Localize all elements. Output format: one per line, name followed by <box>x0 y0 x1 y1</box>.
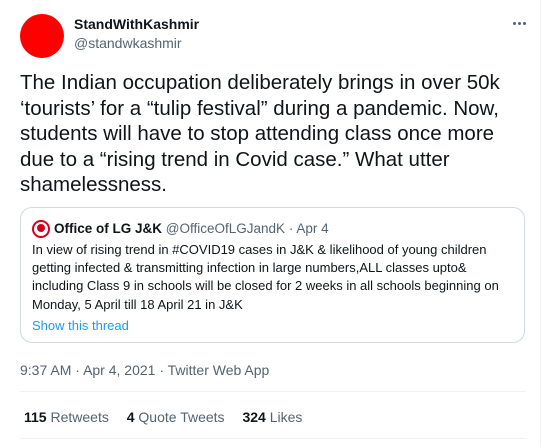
tweet-source-app[interactable]: Twitter Web App <box>168 362 270 378</box>
engagement-stats: 115 Retweets 4 Quote Tweets 324 Likes <box>24 409 316 425</box>
author-avatar[interactable] <box>20 14 64 58</box>
retweets-label: Retweets <box>50 409 109 425</box>
tweet-metadata: 9:37 AM · Apr 4, 2021 · Twitter Web App <box>20 362 269 378</box>
retweets-stat[interactable]: 115 Retweets <box>24 409 109 425</box>
quoted-author-handle[interactable]: @OfficeOfLGJandK <box>166 221 285 236</box>
quoted-separator: · <box>288 221 294 236</box>
likes-label: Likes <box>269 409 303 425</box>
quoted-author-avatar[interactable] <box>32 220 50 238</box>
likes-stat[interactable]: 324 Likes <box>242 409 302 425</box>
quote-tweets-stat[interactable]: 4 Quote Tweets <box>127 409 225 425</box>
meta-separator: · <box>75 362 80 378</box>
author-name[interactable]: StandWithKashmir <box>74 16 199 32</box>
quote-tweets-count: 4 <box>126 409 135 425</box>
divider <box>20 391 526 392</box>
tweet-date[interactable]: Apr 4, 2021 <box>83 362 155 378</box>
quoted-tweet[interactable]: Office of LG J&K @OfficeOfLGJandK · Apr … <box>20 207 525 343</box>
quoted-date[interactable]: Apr 4 <box>296 221 328 236</box>
tweet-card: StandWithKashmir @standwkashmir The Indi… <box>0 0 541 447</box>
quoted-tweet-header: Office of LG J&K @OfficeOfLGJandK · Apr … <box>54 221 329 236</box>
quote-tweets-label: Quote Tweets <box>138 409 225 425</box>
tweet-time[interactable]: 9:37 AM <box>20 362 71 378</box>
author-handle[interactable]: @standwkashmir <box>74 35 182 51</box>
more-horizontal-icon[interactable] <box>509 13 529 33</box>
likes-count: 324 <box>242 409 266 425</box>
retweets-count: 115 <box>24 409 47 425</box>
meta-separator: · <box>159 362 165 378</box>
quoted-tweet-text: In view of rising trend in #COVID19 case… <box>32 242 499 312</box>
quoted-author-name[interactable]: Office of LG J&K <box>54 221 162 236</box>
show-thread-link[interactable]: Show this thread <box>32 318 129 333</box>
divider <box>20 438 526 439</box>
tweet-text: The Indian occupation deliberately bring… <box>20 71 500 196</box>
